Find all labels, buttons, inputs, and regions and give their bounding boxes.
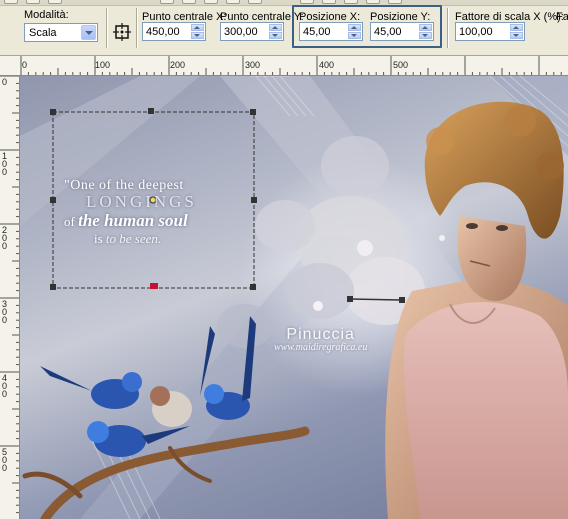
- tool-options-bar: Modalità: Scala Punto centrale X: 450,00…: [0, 0, 568, 56]
- position-y-stepper[interactable]: 45,00: [370, 22, 434, 41]
- watermark: Pinuccia www.maidiregrafica.eu: [274, 326, 367, 353]
- stepper-down-icon[interactable]: [269, 32, 282, 39]
- horizontal-ruler[interactable]: 0 100 200 300 400 500: [0, 56, 568, 76]
- ruler-top-tick-label: 0: [22, 60, 28, 70]
- ruler-left-tick-label: 2 0 0: [2, 225, 8, 251]
- ruler-left-tick-label: 1 0 0: [2, 151, 8, 177]
- rotation-handle[interactable]: [347, 296, 353, 302]
- resize-handle[interactable]: [50, 197, 56, 203]
- canvas-artwork: [20, 76, 568, 519]
- center-y-value: 300,00: [224, 26, 258, 38]
- center-handle[interactable]: [150, 283, 158, 289]
- scale-x-stepper[interactable]: 100,00: [455, 22, 525, 41]
- scale-x-value: 100,00: [459, 26, 493, 38]
- ruler-top-tick-label: 300: [245, 60, 261, 70]
- resize-handle[interactable]: [50, 109, 56, 115]
- scale-y-label-truncated: Fa: [556, 11, 568, 23]
- position-y-value: 45,00: [374, 26, 402, 38]
- mode-label: Modalità:: [24, 9, 69, 21]
- quote-line-2: LONGINGS: [86, 192, 197, 211]
- toolbar-separator: [136, 8, 138, 48]
- ruler-left-tick-label: 5 0 0: [2, 447, 8, 473]
- rotation-handle[interactable]: [399, 297, 405, 303]
- resize-handle[interactable]: [250, 284, 256, 290]
- toolbar-separator: [447, 8, 449, 48]
- center-y-stepper[interactable]: 300,00: [220, 22, 284, 41]
- stepper-down-icon[interactable]: [348, 32, 361, 39]
- ruler-top-tick-label: 500: [393, 60, 409, 70]
- quote-line-4-prefix: is: [94, 231, 103, 246]
- horizontal-ruler-ticks: [20, 56, 562, 75]
- stepper-up-icon[interactable]: [419, 24, 432, 31]
- ruler-left-tick-label: 3 0 0: [2, 299, 8, 325]
- watermark-url: www.maidiregrafica.eu: [274, 342, 368, 353]
- woman-figure: [385, 101, 568, 519]
- quote-line-3-bold: the human soul: [78, 211, 188, 230]
- tool-options-top-strip: [0, 0, 568, 6]
- center-pick-icon[interactable]: [113, 23, 131, 41]
- stepper-down-icon[interactable]: [510, 32, 523, 39]
- quote-line-4: is to be seen.: [94, 231, 264, 247]
- stepper-down-icon[interactable]: [419, 32, 432, 39]
- ruler-top-tick-label: 200: [170, 60, 186, 70]
- center-x-value: 450,00: [146, 26, 180, 38]
- ruler-left-tick-label: 0: [2, 77, 8, 87]
- vertical-ruler[interactable]: 0 1 0 0 2 0 0 3 0 0 4 0 0 5 0 0: [0, 76, 20, 519]
- mode-select[interactable]: Scala: [24, 23, 98, 42]
- position-x-stepper[interactable]: 45,00: [299, 22, 363, 41]
- quote-text-layer: "One of the deepest LONGINGS of the huma…: [64, 178, 264, 247]
- rotation-handle-line: [349, 298, 403, 301]
- center-x-stepper[interactable]: 450,00: [142, 22, 206, 41]
- image-canvas[interactable]: "One of the deepest LONGINGS of the huma…: [20, 76, 568, 519]
- stepper-up-icon[interactable]: [348, 24, 361, 31]
- stepper-up-icon[interactable]: [510, 24, 523, 31]
- position-x-value: 45,00: [303, 26, 331, 38]
- resize-handle[interactable]: [148, 108, 154, 114]
- resize-handle[interactable]: [50, 284, 56, 290]
- quote-line-3-prefix: of: [64, 214, 75, 229]
- chevron-down-icon[interactable]: [81, 25, 96, 40]
- quote-line-4-italic: to be seen.: [105, 231, 162, 246]
- stepper-down-icon[interactable]: [191, 32, 204, 39]
- quote-line-3: of the human soul: [64, 211, 264, 231]
- resize-handle[interactable]: [250, 109, 256, 115]
- ruler-top-tick-label: 400: [319, 60, 335, 70]
- toolbar-separator: [106, 8, 108, 48]
- ruler-left-tick-label: 4 0 0: [2, 373, 8, 399]
- stepper-up-icon[interactable]: [191, 24, 204, 31]
- mode-select-value: Scala: [29, 27, 57, 39]
- ruler-top-tick-label: 100: [95, 60, 111, 70]
- stepper-up-icon[interactable]: [269, 24, 282, 31]
